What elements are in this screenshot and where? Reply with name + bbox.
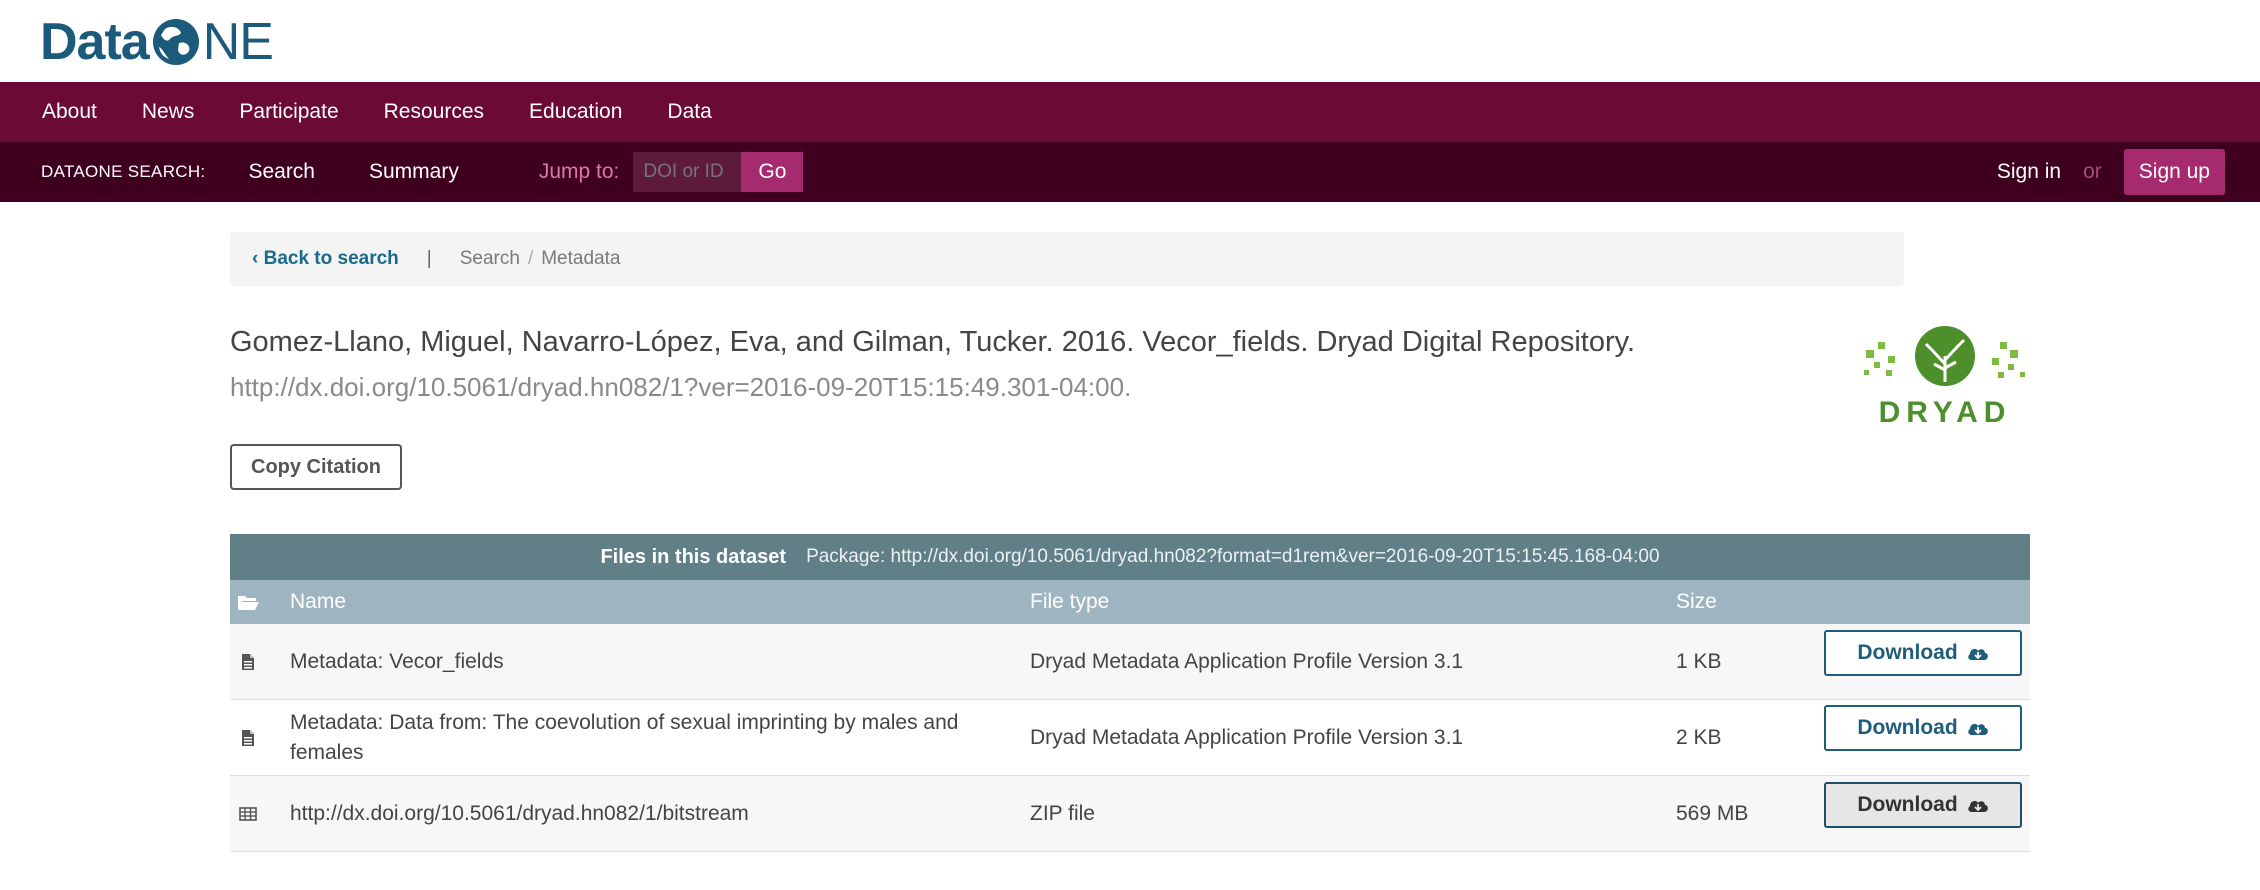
main-content: ‹ Back to search | Search / Metadata Gom…	[230, 232, 2030, 852]
breadcrumb-separator: |	[426, 248, 432, 269]
tab-search[interactable]: Search	[248, 160, 315, 184]
auth-area: Sign in or Sign up	[1997, 142, 2225, 202]
file-size: 569 MB	[1676, 801, 1749, 825]
table-row: Metadata: Vecor_fields Dryad Metadata Ap…	[230, 624, 2030, 700]
cloud-download-icon	[1967, 800, 1988, 812]
column-name[interactable]: Name	[290, 587, 990, 617]
dryad-logo-text: DRYAD	[1879, 396, 2012, 429]
tab-summary[interactable]: Summary	[369, 160, 459, 184]
citation: Gomez-Llano, Miguel, Navarro-López, Eva,…	[230, 320, 1830, 410]
nav-participate[interactable]: Participate	[239, 82, 338, 142]
search-nav: DATAONE SEARCH: Search Summary Jump to: …	[0, 142, 2260, 202]
table-icon	[236, 802, 260, 826]
file-name[interactable]: http://dx.doi.org/10.5061/dryad.hn082/1/…	[290, 799, 990, 829]
nav-data[interactable]: Data	[667, 82, 711, 142]
file-size: 2 KB	[1676, 725, 1722, 749]
file-size: 1 KB	[1676, 649, 1722, 673]
breadcrumb: ‹ Back to search | Search / Metadata	[230, 232, 1904, 286]
dataone-logo[interactable]: Data NE	[40, 13, 274, 71]
files-header: Files in this dataset Package: http://dx…	[230, 534, 2030, 580]
jump-to-label: Jump to:	[538, 160, 620, 183]
column-file-type[interactable]: File type	[1030, 590, 1109, 614]
download-label: Download	[1857, 641, 1958, 664]
file-type: Dryad Metadata Application Profile Versi…	[1030, 649, 1464, 673]
document-icon	[236, 650, 260, 674]
globe-icon	[152, 19, 199, 65]
column-header-row: Name File type Size	[230, 580, 2030, 624]
column-size[interactable]: Size	[1676, 590, 1717, 614]
go-button[interactable]: Go	[741, 152, 804, 192]
nav-about[interactable]: About	[42, 82, 97, 142]
header: Data NE	[0, 0, 2260, 82]
nav-news[interactable]: News	[142, 82, 195, 142]
cloud-download-icon	[1967, 723, 1988, 735]
sign-up-button[interactable]: Sign up	[2123, 149, 2225, 195]
download-button[interactable]: Download	[1824, 705, 2022, 751]
jump-to-input[interactable]	[633, 152, 742, 192]
breadcrumb-metadata: Metadata	[541, 248, 621, 269]
main-nav: About News Participate Resources Educati…	[0, 82, 2260, 142]
back-to-search-link[interactable]: ‹ Back to search	[252, 248, 399, 270]
file-name[interactable]: Metadata: Data from: The coevolution of …	[290, 708, 990, 768]
sign-in-link[interactable]: Sign in	[1997, 160, 2061, 184]
or-text: or	[2083, 160, 2102, 183]
cloud-download-icon	[1967, 648, 1988, 660]
file-type: ZIP file	[1030, 801, 1095, 825]
files-title: Files in this dataset	[600, 545, 787, 568]
logo-text-ne: NE	[202, 13, 274, 71]
file-type: Dryad Metadata Application Profile Versi…	[1030, 725, 1464, 749]
nav-education[interactable]: Education	[529, 82, 622, 142]
dryad-logo: DRYAD	[1864, 326, 2025, 429]
package-link[interactable]: Package: http://dx.doi.org/10.5061/dryad…	[806, 546, 1659, 568]
logo-text-data: Data	[40, 13, 150, 71]
file-name[interactable]: Metadata: Vecor_fields	[290, 647, 990, 677]
nav-resources[interactable]: Resources	[384, 82, 484, 142]
download-label: Download	[1857, 793, 1958, 816]
breadcrumb-search[interactable]: Search	[460, 248, 520, 270]
citation-doi-link[interactable]: http://dx.doi.org/10.5061/dryad.hn082/1?…	[230, 364, 1830, 410]
folder-icon	[236, 590, 260, 614]
table-row: http://dx.doi.org/10.5061/dryad.hn082/1/…	[230, 776, 2030, 852]
table-row: Metadata: Data from: The coevolution of …	[230, 700, 2030, 776]
breadcrumb-slash: /	[527, 248, 534, 269]
download-label: Download	[1857, 716, 1958, 739]
files-table: Files in this dataset Package: http://dx…	[230, 534, 2030, 852]
citation-text: Gomez-Llano, Miguel, Navarro-López, Eva,…	[230, 326, 1636, 358]
download-button[interactable]: Download	[1824, 782, 2022, 828]
search-nav-label: DATAONE SEARCH:	[41, 162, 206, 181]
copy-citation-button[interactable]: Copy Citation	[230, 444, 402, 490]
download-button[interactable]: Download	[1824, 630, 2022, 676]
document-icon	[236, 726, 260, 750]
